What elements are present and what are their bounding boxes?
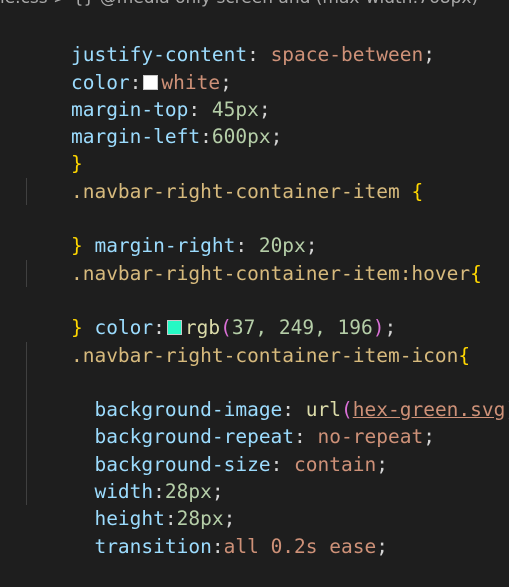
- code-line-6[interactable]: .navbar-right-container-item {: [0, 150, 509, 203]
- code-line-18[interactable]: transition:all 0.2s ease;: [0, 478, 509, 558]
- property-name: height: [94, 507, 165, 531]
- indent-guide: [26, 259, 27, 287]
- code-line-2[interactable]: color: white;: [0, 41, 509, 94]
- code-line-12[interactable]: .navbar-right-container-item-icon{: [0, 314, 509, 367]
- code-line-15[interactable]: background-size: contain;: [0, 396, 509, 476]
- code-line-9[interactable]: .navbar-right-container-item:hover{: [0, 232, 509, 285]
- code-line-16[interactable]: width:28px;: [0, 423, 509, 503]
- code-line-13[interactable]: background-image: url(hex-green.svg);: [0, 341, 509, 421]
- indent-guide: [26, 423, 27, 451]
- breadcrumb[interactable]: le.css > {} @media only screen and (max-…: [0, 0, 509, 8]
- indent-guide: [26, 177, 27, 206]
- code-line-5[interactable]: }: [0, 123, 509, 175]
- property-name: transition: [94, 534, 212, 558]
- code-line-8[interactable]: }: [0, 205, 509, 257]
- property-value: all 0.2s ease: [223, 534, 377, 558]
- breadcrumb-file[interactable]: le.css: [0, 0, 48, 8]
- code-line-7[interactable]: margin-right: 20px;: [0, 177, 509, 257]
- indent-guide: [26, 478, 27, 506]
- code-line-3[interactable]: margin-top: 45px;: [0, 69, 509, 121]
- braces-icon: {}: [73, 0, 95, 8]
- breadcrumb-media-query[interactable]: @media only screen and (max-width:768px): [100, 0, 478, 8]
- code-line-17[interactable]: height:28px;: [0, 450, 509, 530]
- indent-guide: [26, 396, 27, 424]
- indent-guide: [26, 341, 27, 369]
- property-value: 28px: [176, 507, 224, 531]
- code-line-11[interactable]: }: [0, 287, 509, 339]
- code-line-10[interactable]: color: rgb(37, 249, 196);: [0, 259, 509, 339]
- code-line-4[interactable]: margin-left:600px;: [0, 96, 509, 148]
- code-line-1[interactable]: justify-content: space-between;: [0, 14, 509, 66]
- breadcrumb-separator: >: [53, 0, 67, 8]
- code-line-14[interactable]: background-repeat: no-repeat;: [0, 368, 509, 448]
- code-editor[interactable]: justify-content: space-between; color: wh…: [0, 14, 509, 558]
- indent-guide: [26, 450, 27, 479]
- indent-guide: [26, 368, 27, 397]
